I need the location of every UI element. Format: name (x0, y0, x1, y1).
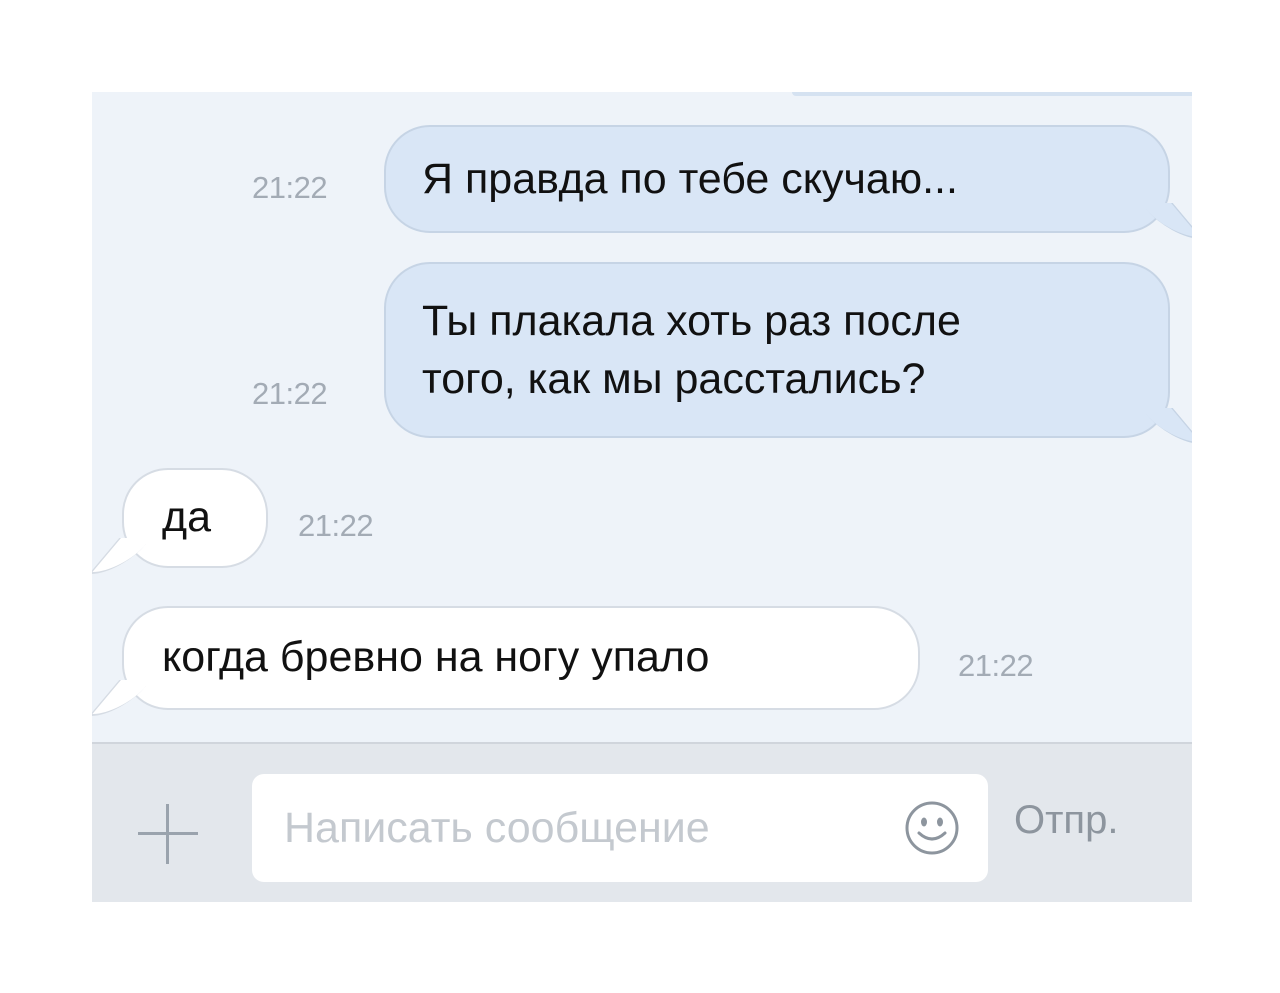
message-text-line-2: того, как мы расстались? (422, 355, 926, 403)
message-input-placeholder: Написать сообщение (284, 804, 710, 852)
previous-message-edge (792, 92, 1192, 96)
outgoing-message-bubble[interactable]: Ты плакала хоть раз после того, как мы р… (384, 262, 1170, 438)
message-text-line-1: Ты плакала хоть раз после (422, 297, 961, 345)
incoming-message-bubble[interactable]: да (92, 468, 268, 574)
bubble-tail (92, 538, 152, 574)
message-time: 21:22 (252, 170, 328, 205)
message-text: Я правда по тебе скучаю... (422, 155, 958, 203)
smiley-icon[interactable] (904, 800, 960, 856)
message-composer: Написать сообщение Отпр. (92, 742, 1192, 902)
message-input[interactable]: Написать сообщение (252, 774, 988, 882)
message-time: 21:22 (252, 376, 328, 411)
bubble-tail (1141, 203, 1192, 239)
plus-icon[interactable] (138, 804, 198, 864)
message-text: да (162, 493, 212, 541)
incoming-message-bubble[interactable]: когда бревно на ногу упало (92, 606, 920, 716)
bubble-tail (92, 680, 152, 716)
send-button[interactable]: Отпр. (1014, 798, 1118, 843)
message-time: 21:22 (958, 648, 1034, 683)
message-time: 21:22 (298, 508, 374, 543)
outgoing-message-bubble[interactable]: Я правда по тебе скучаю... (384, 125, 1170, 233)
bubble-tail (1141, 408, 1192, 444)
message-text: когда бревно на ногу упало (162, 633, 710, 681)
chat-screen: 21:22 Я правда по тебе скучаю... 21:22 Т… (92, 92, 1192, 902)
